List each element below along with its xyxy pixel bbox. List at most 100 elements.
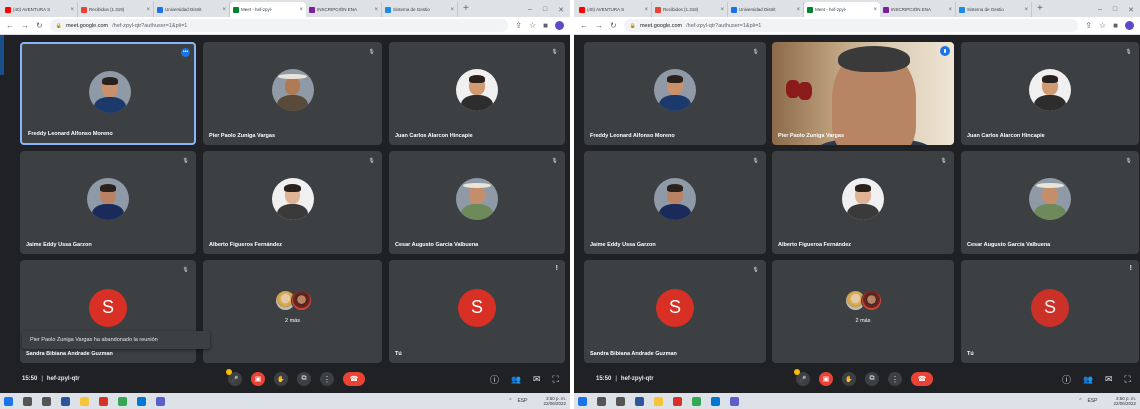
tab-close-icon[interactable]: ×	[1024, 7, 1028, 13]
language-indicator[interactable]: ESP	[1087, 398, 1097, 404]
language-indicator[interactable]: ESP	[517, 398, 527, 404]
widgets-icon[interactable]	[61, 396, 70, 406]
profile-avatar[interactable]	[555, 21, 564, 30]
participant-tile[interactable]: Pier Paolo Zuniga Vargas 🎙	[203, 42, 382, 145]
microphone-button[interactable]: 🎤	[226, 369, 242, 386]
forward-arrow-icon[interactable]: →	[595, 21, 603, 30]
participant-tile[interactable]: Jaime Eddy Ussa Garzon 🎙	[20, 151, 196, 254]
tray-expand-icon[interactable]: ⌃	[1078, 398, 1082, 404]
widgets-icon[interactable]	[635, 396, 644, 406]
participants-button[interactable]: 👥	[1083, 375, 1093, 384]
browser-tab[interactable]: Sistema de Gestio ×	[382, 2, 458, 17]
file-explorer-icon[interactable]	[80, 396, 89, 406]
participant-tile[interactable]: Alberto Figueros Fernández 🎙	[203, 151, 382, 254]
share-icon[interactable]: ⇪	[1085, 21, 1092, 30]
browser-tab[interactable]: (40) AVENTURA S ×	[2, 2, 78, 17]
edge-icon[interactable]	[711, 396, 720, 406]
chrome-icon[interactable]	[692, 396, 701, 406]
browser-tab[interactable]: Universidad Distrit ×	[728, 2, 804, 17]
new-tab-button[interactable]: +	[458, 2, 474, 17]
extensions-icon[interactable]: ■	[543, 21, 548, 30]
maximize-button[interactable]: □	[543, 6, 547, 13]
browser-tab[interactable]: Meet - hef-zpyl- ×	[804, 2, 880, 17]
participant-tile[interactable]: S Tú!	[389, 260, 565, 363]
camera-button[interactable]: ▣	[251, 372, 265, 386]
browser-tab[interactable]: INSCRIPCIÓN ENA ×	[880, 2, 956, 17]
participant-tile[interactable]: Alberto Figueroa Fernández 🎙	[772, 151, 954, 254]
participant-tile[interactable]: S Tú!	[961, 260, 1139, 363]
taskbar-clock[interactable]: 3:50 p. m. 22/06/2022	[543, 396, 566, 406]
participants-button[interactable]: 👥	[511, 375, 521, 384]
present-screen-button[interactable]: ⧉	[865, 372, 879, 386]
meeting-code[interactable]: hef-zpyl-qtr	[47, 376, 80, 382]
participant-tile[interactable]: S Sandra Bibiana Andrade Guzman 🎙	[584, 260, 766, 363]
tab-close-icon[interactable]: ×	[720, 7, 724, 13]
close-window-button[interactable]: ✕	[1128, 6, 1134, 14]
search-icon[interactable]	[597, 396, 606, 406]
activities-button[interactable]: ⛶	[1125, 374, 1131, 385]
extensions-icon[interactable]: ■	[1113, 21, 1118, 30]
microphone-button[interactable]: 🎤	[794, 369, 810, 386]
raise-hand-button[interactable]: ✋	[274, 372, 288, 386]
meeting-info-button[interactable]: ⓘ	[490, 373, 499, 386]
new-tab-button[interactable]: +	[1032, 2, 1048, 17]
tab-close-icon[interactable]: ×	[644, 7, 648, 13]
bookmark-star-icon[interactable]: ☆	[529, 21, 536, 30]
reload-icon[interactable]: ↻	[610, 21, 617, 30]
search-icon[interactable]	[23, 396, 32, 406]
participant-tile[interactable]: 2 más	[203, 260, 382, 363]
teams-icon[interactable]	[730, 396, 739, 406]
tab-close-icon[interactable]: ×	[873, 7, 877, 13]
participant-tile[interactable]: Juan Carlos Alarcon Hincapie 🎙	[961, 42, 1139, 145]
tab-close-icon[interactable]: ×	[146, 7, 150, 13]
bookmark-star-icon[interactable]: ☆	[1099, 21, 1106, 30]
tab-close-icon[interactable]: ×	[299, 7, 303, 13]
task-view-icon[interactable]	[616, 396, 625, 406]
more-options-icon[interactable]: •••	[181, 48, 190, 57]
maximize-button[interactable]: □	[1113, 6, 1117, 13]
share-icon[interactable]: ⇪	[515, 21, 522, 30]
camera-button[interactable]: ▣	[819, 372, 833, 386]
file-explorer-icon[interactable]	[654, 396, 663, 406]
activities-button[interactable]: ⛶	[553, 374, 559, 385]
tab-close-icon[interactable]: ×	[374, 7, 378, 13]
browser-tab[interactable]: Recibidos (1.319) ×	[78, 2, 154, 17]
forward-arrow-icon[interactable]: →	[21, 21, 29, 30]
meeting-code[interactable]: hef-zpyl-qtr	[621, 376, 654, 382]
profile-avatar[interactable]	[1125, 21, 1134, 30]
task-view-icon[interactable]	[42, 396, 51, 406]
minimize-button[interactable]: –	[1098, 6, 1102, 13]
meeting-info-button[interactable]: ⓘ	[1062, 373, 1071, 386]
tab-close-icon[interactable]: ×	[796, 7, 800, 13]
tab-close-icon[interactable]: ×	[450, 7, 454, 13]
participant-tile[interactable]: Freddy Leonard Alfonso Moreno •••	[20, 42, 196, 145]
start-icon[interactable]	[4, 396, 13, 406]
store-icon[interactable]	[673, 396, 682, 406]
tray-expand-icon[interactable]: ⌃	[508, 398, 512, 404]
chrome-icon[interactable]	[118, 396, 127, 406]
participant-tile[interactable]: Freddy Leonard Alfonso Moreno 🎙	[584, 42, 766, 145]
chat-button[interactable]: ✉	[533, 374, 541, 385]
taskbar-clock[interactable]: 3:50 p. m. 22/06/2022	[1113, 396, 1136, 406]
tab-close-icon[interactable]: ×	[222, 7, 226, 13]
reload-icon[interactable]: ↻	[36, 21, 43, 30]
participant-tile[interactable]: Cesar Augusto Garcia Valbuena 🎙	[961, 151, 1139, 254]
participant-tile[interactable]: Jaime Eddy Ussa Garzon 🎙	[584, 151, 766, 254]
raise-hand-button[interactable]: ✋	[842, 372, 856, 386]
close-window-button[interactable]: ✕	[558, 6, 564, 14]
participant-tile[interactable]: Juan Carlos Alarcon Hincapie 🎙	[389, 42, 565, 145]
address-bar[interactable]: 🔒 meet.google.com/hef-zpyl-qtr?authuser=1…	[49, 19, 509, 32]
tab-close-icon[interactable]: ×	[70, 7, 74, 13]
present-screen-button[interactable]: ⧉	[297, 372, 311, 386]
back-arrow-icon[interactable]: ←	[580, 21, 588, 30]
leave-call-button[interactable]: ☎	[343, 372, 365, 386]
start-icon[interactable]	[578, 396, 587, 406]
browser-tab[interactable]: Universidad Distrit ×	[154, 2, 230, 17]
participant-tile[interactable]: 2 más	[772, 260, 954, 363]
participant-tile[interactable]: Cesar Augusto Garcia Valbuena 🎙	[389, 151, 565, 254]
more-options-button[interactable]: ⋮	[888, 372, 902, 386]
leave-call-button[interactable]: ☎	[911, 372, 933, 386]
browser-tab[interactable]: Sistema de Gestio ×	[956, 2, 1032, 17]
more-options-button[interactable]: ⋮	[320, 372, 334, 386]
browser-tab[interactable]: Meet - hef-zpyl- ×	[230, 2, 306, 17]
